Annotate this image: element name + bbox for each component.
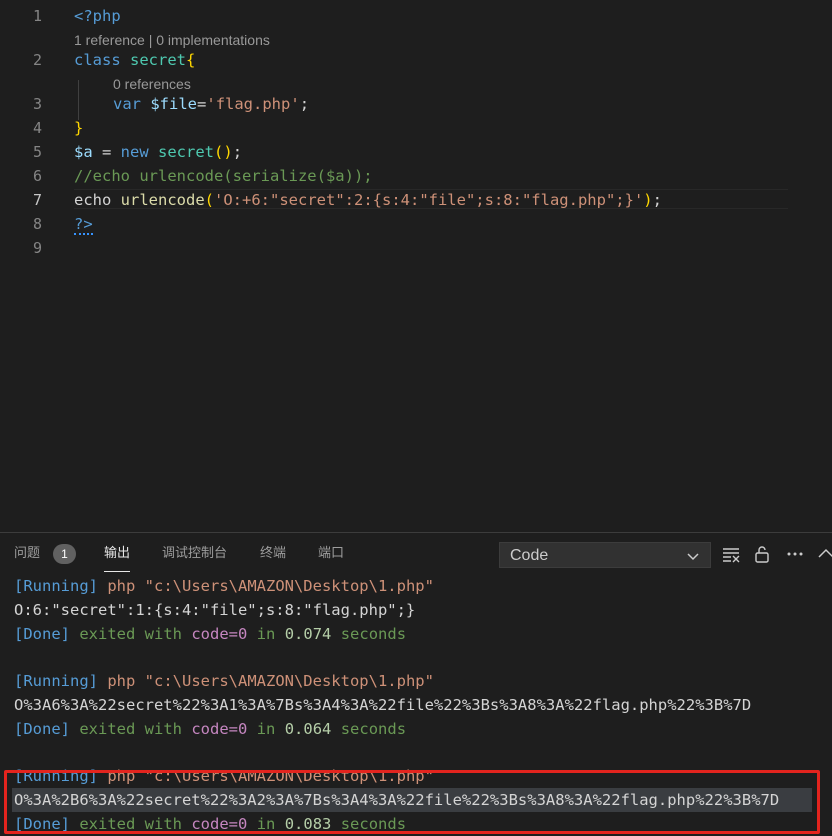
- output-result: O:6:"secret":1:{s:4:"file";s:8:"flag.php…: [14, 601, 416, 619]
- paren-open: (: [204, 191, 215, 209]
- codelens-references[interactable]: 1 reference | 0 implementations: [74, 31, 270, 49]
- run-command: php "c:\Users\AMAZON\Desktop\1.php": [107, 672, 434, 690]
- annotation-highlight-box: [4, 770, 820, 834]
- keyword-class: class: [74, 51, 121, 69]
- php-open-tag: <?php: [74, 7, 121, 25]
- in-text: in: [256, 625, 276, 643]
- minimap[interactable]: [788, 0, 832, 532]
- running-tag: [Running]: [14, 577, 98, 595]
- chevron-down-icon: [687, 553, 699, 561]
- tab-output[interactable]: 输出: [104, 545, 131, 572]
- exit-code: code=0: [191, 720, 248, 738]
- code-line-7[interactable]: echo urlencode('O:+6:"secret":2:{s:4:"fi…: [74, 190, 662, 210]
- output-line: O:6:"secret":1:{s:4:"file";s:8:"flag.php…: [14, 598, 415, 622]
- class-name: secret: [130, 51, 187, 69]
- output-line: [Running] php "c:\Users\AMAZON\Desktop\1…: [14, 574, 434, 598]
- string-literal: 'flag.php': [206, 95, 300, 113]
- output-channel-value: Code: [510, 547, 549, 564]
- panel-tab-bar: 问题 1 输出 调试控制台 终端 端口 Code: [0, 533, 832, 577]
- line-number: 7: [32, 191, 42, 209]
- output-line: [Running] php "c:\Users\AMAZON\Desktop\1…: [14, 669, 434, 693]
- output-line: [Done] exited with code=0 in 0.074 secon…: [14, 622, 406, 646]
- assign-operator: =: [197, 95, 207, 113]
- elapsed-time: 0.064: [284, 720, 332, 738]
- code-line-8[interactable]: ?>: [74, 214, 93, 235]
- output-line: [Done] exited with code=0 in 0.064 secon…: [14, 717, 406, 741]
- code-line-4[interactable]: }: [74, 118, 83, 138]
- done-tag: [Done]: [14, 720, 70, 738]
- running-tag: [Running]: [14, 672, 98, 690]
- semicolon: ;: [299, 95, 310, 113]
- tab-ports[interactable]: 端口: [318, 545, 344, 563]
- semicolon: ;: [232, 143, 243, 161]
- lock-scroll-icon[interactable]: [751, 543, 773, 565]
- clear-output-icon[interactable]: [720, 543, 742, 565]
- property-name: $file: [150, 95, 198, 113]
- code-line-1[interactable]: <?php: [74, 6, 121, 26]
- output-channel-select[interactable]: Code: [499, 542, 711, 568]
- exit-text: exited with: [79, 720, 182, 738]
- elapsed-time: 0.074: [284, 625, 332, 643]
- assign-operator: =: [92, 143, 121, 161]
- string-literal: 'O:+6:"secret":2:{s:4:"file";s:8:"flag.p…: [214, 191, 644, 209]
- variable-a: $a: [74, 143, 93, 161]
- line-number: 5: [32, 143, 42, 161]
- code-editor[interactable]: 1 2 3 4 5 6 7 8 9 <?php 1 reference | 0 …: [0, 0, 832, 532]
- bottom-panel: 问题 1 输出 调试控制台 终端 端口 Code [Running] php "…: [0, 532, 832, 836]
- paren-close: ): [643, 191, 653, 209]
- tab-problems[interactable]: 问题: [14, 545, 40, 563]
- brace-open: {: [186, 51, 196, 69]
- keyword-var: var: [113, 95, 141, 113]
- comment: //echo urlencode(serialize($a));: [74, 167, 373, 185]
- keyword-new: new: [120, 143, 149, 161]
- class-name: secret: [158, 143, 215, 161]
- exit-text: exited with: [79, 625, 182, 643]
- line-number: 2: [32, 51, 42, 69]
- semicolon: ;: [652, 191, 662, 209]
- code-line-2[interactable]: class secret{: [74, 50, 195, 70]
- function-urlencode: urlencode: [120, 191, 205, 209]
- run-command: php "c:\Users\AMAZON\Desktop\1.php": [107, 577, 434, 595]
- line-number: 9: [32, 239, 42, 257]
- code-line-5[interactable]: $a = new secret();: [74, 142, 242, 162]
- line-number: 4: [32, 119, 42, 137]
- maximize-panel-icon[interactable]: [816, 543, 832, 565]
- parens: (): [214, 143, 233, 161]
- tab-debug-console[interactable]: 调试控制台: [162, 545, 227, 563]
- code-line-3[interactable]: var $file='flag.php';: [113, 94, 309, 114]
- indent-guide: [78, 80, 79, 120]
- line-number: 6: [32, 167, 42, 185]
- problems-count-badge: 1: [53, 544, 76, 564]
- line-number: 1: [32, 7, 42, 25]
- line-number: 8: [32, 215, 42, 233]
- seconds-text: seconds: [340, 720, 407, 738]
- exit-code: code=0: [191, 625, 248, 643]
- line-number: 3: [32, 95, 42, 113]
- more-actions-icon[interactable]: [784, 543, 806, 565]
- in-text: in: [256, 720, 276, 738]
- php-close-tag: ?>: [74, 215, 93, 235]
- output-line: O%3A6%3A%22secret%22%3A1%3A%7Bs%3A4%3A%2…: [14, 693, 751, 717]
- tab-terminal[interactable]: 终端: [260, 545, 286, 563]
- brace-close: }: [74, 119, 84, 137]
- codelens-property-references[interactable]: 0 references: [113, 75, 191, 93]
- seconds-text: seconds: [340, 625, 407, 643]
- output-result: O%3A6%3A%22secret%22%3A1%3A%7Bs%3A4%3A%2…: [14, 696, 752, 714]
- done-tag: [Done]: [14, 625, 70, 643]
- keyword-echo: echo: [74, 191, 112, 209]
- code-line-6[interactable]: //echo urlencode(serialize($a));: [74, 166, 373, 186]
